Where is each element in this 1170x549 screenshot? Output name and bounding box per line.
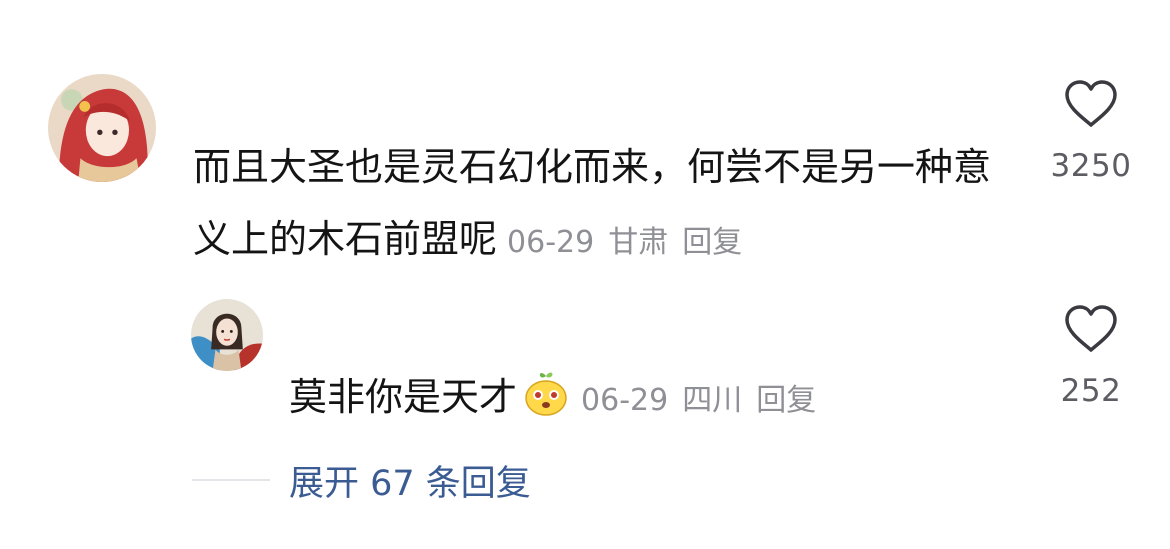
like-count: 3250 [1050, 148, 1132, 184]
anime-red-hair-avatar-icon [48, 74, 156, 182]
painted-lady-avatar-icon [191, 299, 263, 371]
comment-date: 06-29 [507, 225, 595, 260]
divider [192, 479, 270, 481]
avatar[interactable] [191, 299, 263, 371]
comment-location: 甘肃 [608, 225, 669, 260]
reply-button[interactable]: 回复 [682, 225, 742, 260]
expand-replies-button[interactable]: 展开 67 条回复 [289, 455, 531, 506]
comment-body: 莫非你是天才 06-29 四川 回复 [289, 361, 816, 437]
like-button[interactable]: 3250 [1036, 80, 1146, 184]
comment-text: 莫非你是天才 [289, 375, 518, 419]
comment-meta: 06-29 甘肃 回复 [507, 225, 742, 260]
reply-button[interactable]: 回复 [756, 383, 816, 418]
comment-location: 四川 [682, 383, 743, 418]
comment-date: 06-29 [581, 383, 669, 418]
comment-meta: 06-29 四川 回复 [581, 383, 816, 418]
like-count: 252 [1060, 373, 1122, 409]
heart-icon [1065, 80, 1117, 127]
yellow-face-emoji-icon [521, 370, 571, 420]
avatar[interactable] [48, 74, 156, 182]
like-button[interactable]: 252 [1036, 305, 1146, 409]
comment-body: 而且大圣也是灵石幻化而来，何尝不是另一种意义上的木石前盟呢 06-29 甘肃 回复 [193, 131, 1003, 279]
heart-icon [1065, 305, 1117, 352]
